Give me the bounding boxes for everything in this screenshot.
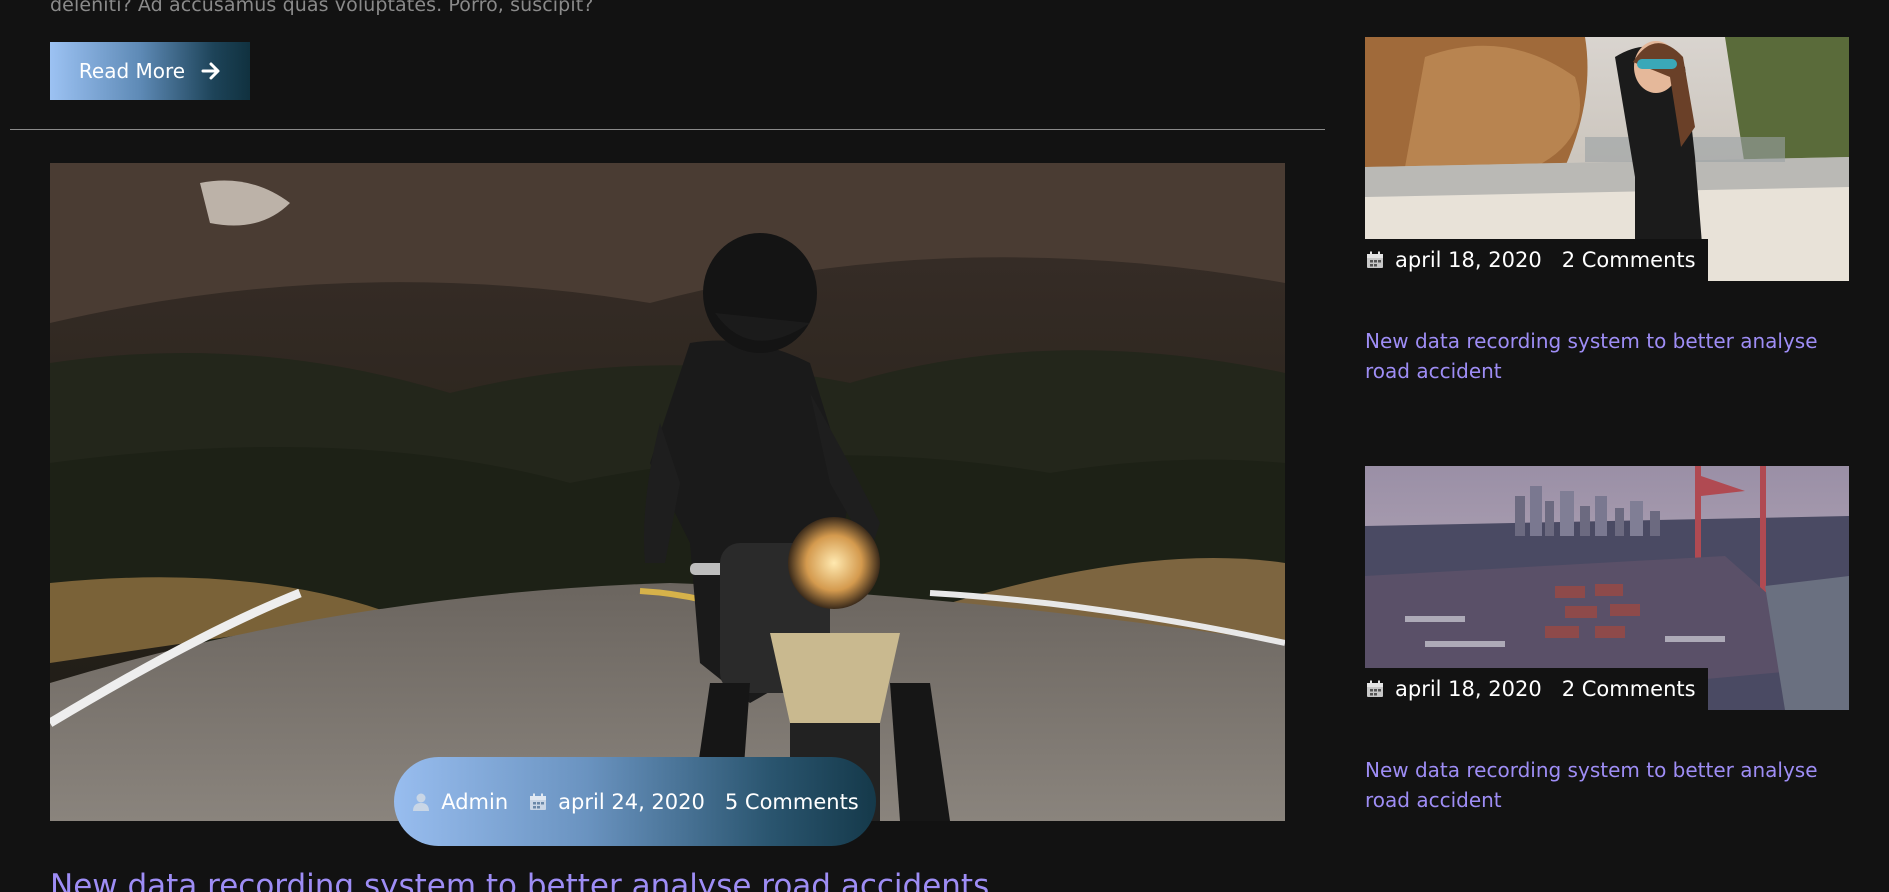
date-meta: april 18, 2020 bbox=[1365, 248, 1542, 272]
post-date: april 18, 2020 bbox=[1395, 677, 1542, 701]
previous-post-excerpt: deleniti? Ad accusamus quas voluptates. … bbox=[50, 0, 594, 16]
date-meta: april 24, 2020 bbox=[528, 790, 705, 814]
sidebar-post-1: april 18, 2020 2 Comments New data recor… bbox=[1365, 37, 1849, 383]
read-more-label: Read More bbox=[78, 59, 186, 83]
author-name: Admin bbox=[441, 789, 509, 814]
sidebar-post-title[interactable]: New data recording system to better anal… bbox=[1365, 755, 1835, 815]
post-date: april 24, 2020 bbox=[558, 789, 705, 814]
post-date: april 18, 2020 bbox=[1395, 248, 1542, 272]
featured-post-image[interactable] bbox=[50, 163, 1285, 821]
sidebar-post-meta: april 18, 2020 2 Comments bbox=[1365, 239, 1708, 281]
date-meta: april 18, 2020 bbox=[1365, 677, 1542, 701]
comments-meta[interactable]: 5 Comments bbox=[725, 790, 859, 814]
comments-count: 5 Comments bbox=[724, 789, 859, 814]
featured-post-meta: Admin april 24, 2020 5 Comments bbox=[394, 757, 876, 846]
post-divider bbox=[10, 129, 1325, 130]
calendar-icon bbox=[1367, 680, 1383, 697]
featured-post-title[interactable]: New data recording system to better anal… bbox=[50, 868, 989, 892]
read-more-button[interactable]: Read More bbox=[50, 42, 250, 100]
comments-count[interactable]: 2 Comments bbox=[1562, 677, 1696, 701]
sidebar-post-meta: april 18, 2020 2 Comments bbox=[1365, 668, 1708, 710]
sidebar-post-title[interactable]: New data recording system to better anal… bbox=[1365, 326, 1835, 386]
arrow-right-icon bbox=[201, 62, 220, 80]
comments-count[interactable]: 2 Comments bbox=[1562, 248, 1696, 272]
calendar-icon bbox=[1367, 251, 1383, 268]
sidebar-post-2: april 18, 2020 2 Comments New data recor… bbox=[1365, 466, 1849, 812]
author-meta[interactable]: Admin bbox=[411, 790, 508, 814]
user-icon bbox=[413, 793, 430, 811]
blog-page: deleniti? Ad accusamus quas voluptates. … bbox=[0, 0, 1889, 892]
calendar-icon bbox=[530, 793, 547, 810]
motorcycle-rider-image bbox=[50, 163, 1285, 821]
